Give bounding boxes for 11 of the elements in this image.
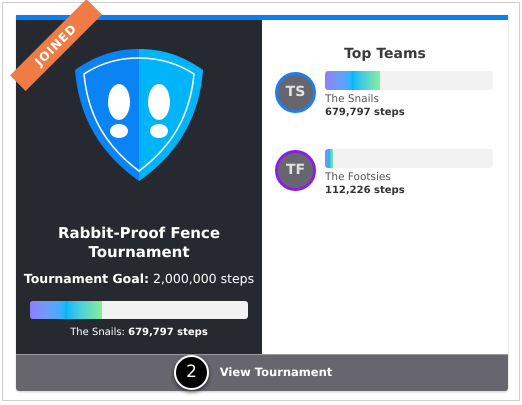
team-name: The Snails [325, 93, 380, 106]
team-steps: 679,797 steps [325, 106, 493, 119]
top-teams-heading: Top Teams [344, 45, 426, 64]
shield-footprints-icon [75, 49, 203, 181]
team-name: The Footsies [325, 171, 392, 184]
team-avatar: TS [275, 72, 316, 113]
team-steps: 112,226 steps [325, 184, 493, 197]
tournament-title: Rabbit-Proof Fence Tournament [57, 224, 221, 262]
tournament-goal: Tournament Goal: 2,000,000 steps [24, 270, 254, 288]
team-avatar: TF [275, 150, 316, 191]
leader-steps: The Snails: 679,797 steps [70, 324, 208, 340]
